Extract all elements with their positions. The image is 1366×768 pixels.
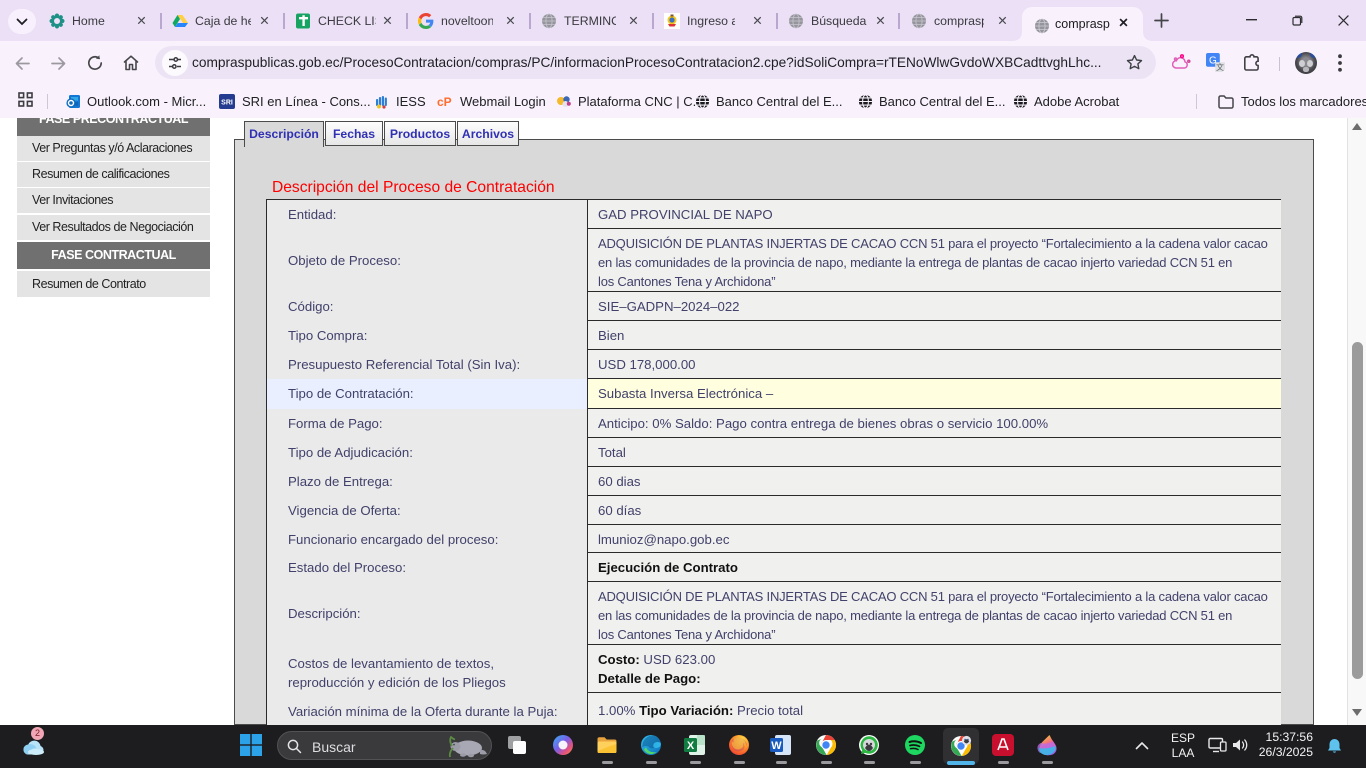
svg-text:cP: cP: [437, 95, 452, 109]
svg-text:W: W: [771, 740, 782, 752]
svg-text:X: X: [687, 740, 695, 752]
svg-text:文: 文: [1216, 62, 1224, 72]
svg-text:SRI: SRI: [221, 100, 233, 107]
